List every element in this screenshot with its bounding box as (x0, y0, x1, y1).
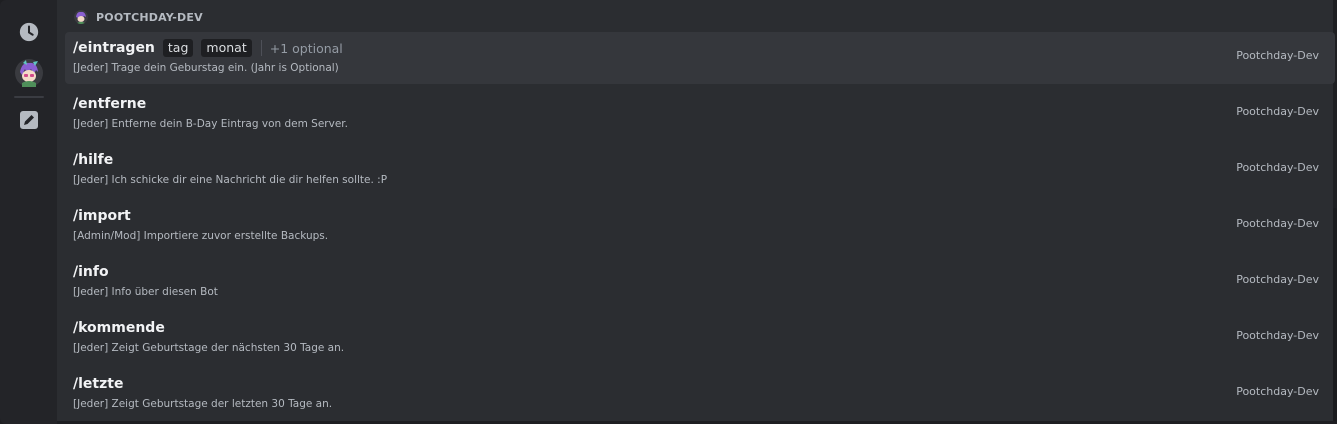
app-avatar-icon (74, 10, 88, 24)
command-name: /info (73, 264, 109, 280)
command-row-import[interactable]: /import [Admin/Mod] Importiere zuvor ers… (65, 200, 1335, 256)
option-chip-monat[interactable]: monat (201, 39, 252, 57)
recent-commands-button[interactable] (14, 17, 44, 47)
command-description: [Jeder] Info über diesen Bot (73, 286, 218, 298)
command-name: /kommende (73, 320, 165, 336)
command-description: [Jeder] Ich schicke dir eine Nachricht d… (73, 174, 388, 186)
command-name: /eintragen (73, 40, 155, 56)
command-row-entferne[interactable]: /entferne [Jeder] Entferne dein B-Day Ei… (65, 88, 1335, 144)
command-source: Pootchday-Dev (1236, 49, 1319, 62)
option-divider (260, 40, 262, 56)
command-row-hilfe[interactable]: /hilfe [Jeder] Ich schicke dir eine Nach… (65, 144, 1335, 200)
option-chip-tag[interactable]: tag (162, 39, 194, 57)
command-row-letzte[interactable]: /letzte [Jeder] Zeigt Geburtstage der le… (65, 368, 1335, 424)
command-source: Pootchday-Dev (1236, 105, 1319, 118)
rail-divider (14, 96, 44, 98)
section-header: POOTCHDAY-DEV (74, 8, 203, 26)
command-source: Pootchday-Dev (1236, 329, 1319, 342)
bot-avatar-icon (15, 59, 43, 87)
command-description: [Jeder] Zeigt Geburtstage der nächsten 3… (73, 342, 345, 354)
command-row-eintragen[interactable]: /eintragen tag monat +1 optional [Jeder]… (65, 32, 1335, 84)
command-name: /import (73, 208, 131, 224)
command-source: Pootchday-Dev (1236, 385, 1319, 398)
scrollbar[interactable] (1333, 208, 1337, 421)
command-picker: POOTCHDAY-DEV /eintragen tag monat +1 op… (0, 0, 1337, 424)
command-description: [Jeder] Trage dein Geburstag ein. (Jahr … (73, 62, 339, 74)
command-description: [Admin/Mod] Importiere zuvor erstellte B… (73, 230, 329, 242)
optional-count: +1 optional (269, 40, 343, 56)
section-title: POOTCHDAY-DEV (96, 10, 203, 24)
command-list: /eintragen tag monat +1 optional [Jeder]… (65, 32, 1335, 424)
command-name: /letzte (73, 376, 124, 392)
category-rail (0, 0, 57, 424)
command-description: [Jeder] Entferne dein B-Day Eintrag von … (73, 118, 348, 130)
command-name: /hilfe (73, 152, 114, 168)
command-row-kommende[interactable]: /kommende [Jeder] Zeigt Geburtstage der … (65, 312, 1335, 368)
command-row-info[interactable]: /info [Jeder] Info über diesen Bot Pootc… (65, 256, 1335, 312)
edit-button[interactable] (14, 105, 44, 135)
bot-avatar-button[interactable] (14, 58, 44, 88)
pencil-icon (20, 111, 38, 129)
command-source: Pootchday-Dev (1236, 217, 1319, 230)
command-source: Pootchday-Dev (1236, 161, 1319, 174)
command-list-panel: POOTCHDAY-DEV /eintragen tag monat +1 op… (57, 0, 1335, 424)
command-source: Pootchday-Dev (1236, 273, 1319, 286)
command-description: [Jeder] Zeigt Geburtstage der letzten 30… (73, 398, 333, 410)
clock-icon (19, 22, 39, 42)
command-name: /entferne (73, 96, 147, 112)
